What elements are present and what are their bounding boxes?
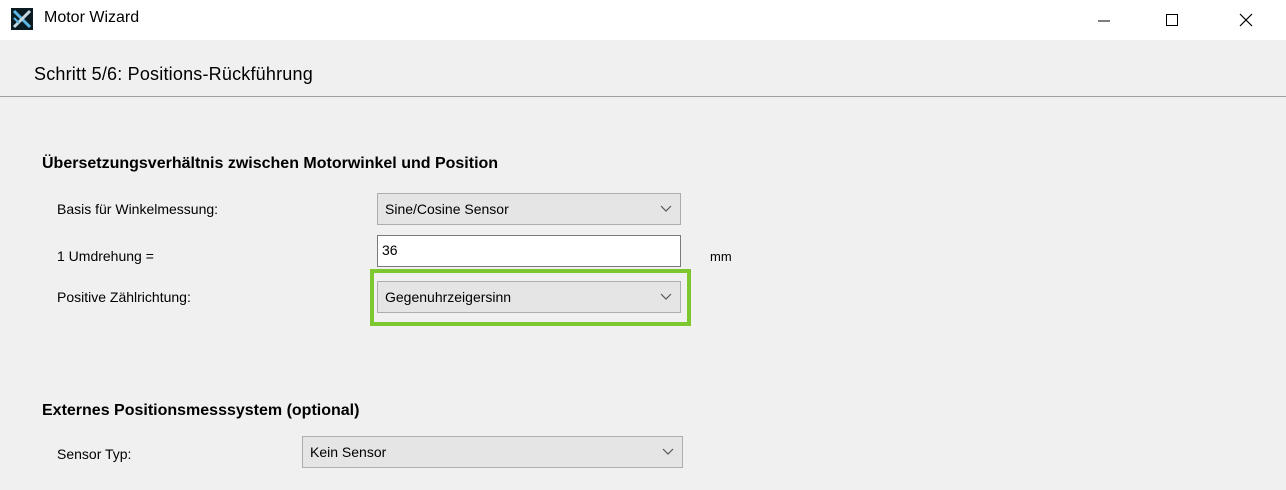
step-header: Schritt 5/6: Positions-Rückführung bbox=[0, 40, 1286, 97]
chevron-down-icon bbox=[660, 205, 672, 212]
sensor-type-dropdown[interactable]: Kein Sensor bbox=[302, 436, 683, 468]
maximize-button[interactable] bbox=[1136, 0, 1208, 40]
count-direction-label: Positive Zählrichtung: bbox=[57, 289, 191, 305]
close-icon bbox=[1239, 13, 1253, 27]
count-direction-dropdown[interactable]: Gegenuhrzeigersinn bbox=[377, 281, 681, 313]
title-bar[interactable]: Motor Wizard bbox=[0, 0, 1286, 40]
angle-basis-value: Sine/Cosine Sensor bbox=[385, 201, 509, 217]
chevron-down-icon bbox=[662, 448, 674, 455]
window-title: Motor Wizard bbox=[44, 9, 140, 26]
revolution-unit: mm bbox=[710, 249, 732, 264]
sensor-type-value: Kein Sensor bbox=[310, 444, 387, 460]
close-button[interactable] bbox=[1210, 0, 1282, 40]
step-title: Schritt 5/6: Positions-Rückführung bbox=[34, 64, 313, 84]
revolution-label: 1 Umdrehung = bbox=[57, 248, 154, 264]
revolution-input[interactable]: 36 bbox=[377, 235, 681, 267]
revolution-value: 36 bbox=[382, 242, 398, 258]
minimize-icon bbox=[1098, 20, 1110, 22]
count-direction-value: Gegenuhrzeigersinn bbox=[385, 289, 512, 305]
maximize-icon bbox=[1166, 14, 1178, 26]
angle-basis-dropdown[interactable]: Sine/Cosine Sensor bbox=[377, 193, 681, 225]
sensor-type-label: Sensor Typ: bbox=[57, 446, 132, 462]
external-section-title: Externes Positionsmesssystem (optional) bbox=[42, 402, 360, 419]
chevron-down-icon bbox=[660, 293, 672, 300]
app-icon bbox=[11, 8, 33, 30]
ratio-section-title: Übersetzungsverhältnis zwischen Motorwin… bbox=[42, 155, 499, 172]
angle-basis-label: Basis für Winkelmessung: bbox=[57, 201, 219, 217]
minimize-button[interactable] bbox=[1068, 0, 1140, 40]
